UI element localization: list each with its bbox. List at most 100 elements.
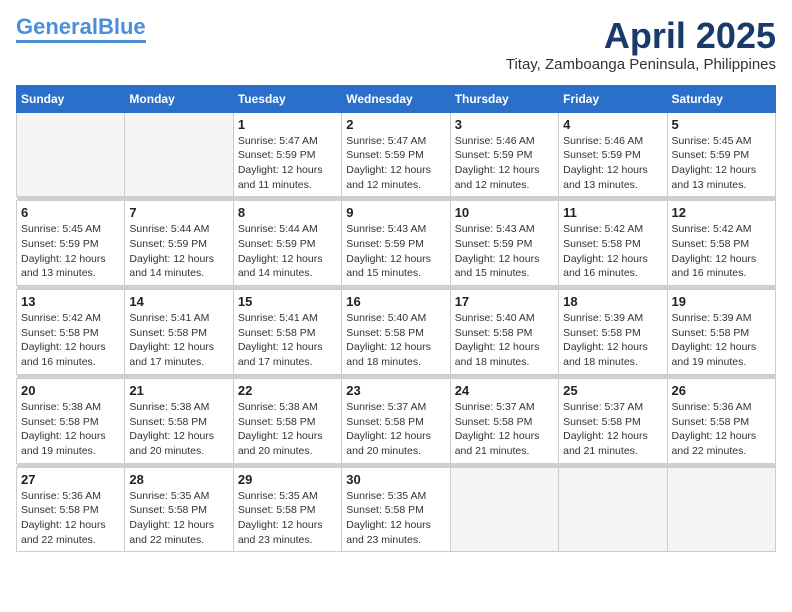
weekday-header-sunday: Sunday <box>17 85 125 112</box>
day-info: Sunrise: 5:38 AM Sunset: 5:58 PM Dayligh… <box>238 400 337 459</box>
calendar-cell: 16 Sunrise: 5:40 AM Sunset: 5:58 PM Dayli… <box>342 290 450 375</box>
day-number: 19 <box>672 294 771 309</box>
day-info: Sunrise: 5:43 AM Sunset: 5:59 PM Dayligh… <box>346 222 445 281</box>
calendar-cell: 6 Sunrise: 5:45 AM Sunset: 5:59 PM Daylig… <box>17 201 125 286</box>
day-number: 4 <box>563 117 662 132</box>
day-number: 14 <box>129 294 228 309</box>
day-number: 13 <box>21 294 120 309</box>
day-info: Sunrise: 5:36 AM Sunset: 5:58 PM Dayligh… <box>672 400 771 459</box>
calendar-cell: 15Sunrise: 5:41 AM Sunset: 5:58 PM Dayli… <box>233 290 341 375</box>
location-title: Titay, Zamboanga Peninsula, Philippines <box>506 56 776 73</box>
day-info: Sunrise: 5:46 AM Sunset: 5:59 PM Dayligh… <box>563 134 662 193</box>
day-info: Sunrise: 5:35 AM Sunset: 5:58 PM Dayligh… <box>346 489 445 548</box>
day-number: 12 <box>672 205 771 220</box>
weekday-header-monday: Monday <box>125 85 233 112</box>
calendar-cell: 27Sunrise: 5:36 AM Sunset: 5:58 PM Dayli… <box>17 467 125 552</box>
calendar-week-2: 6 Sunrise: 5:45 AM Sunset: 5:59 PM Daylig… <box>17 201 776 286</box>
calendar-cell <box>125 112 233 197</box>
day-info: Sunrise: 5:37 AM Sunset: 5:58 PM Dayligh… <box>563 400 662 459</box>
calendar-table: SundayMondayTuesdayWednesdayThursdayFrid… <box>16 85 776 553</box>
calendar-cell: 24Sunrise: 5:37 AM Sunset: 5:58 PM Dayli… <box>450 378 558 463</box>
day-info: Sunrise: 5:46 AM Sunset: 5:59 PM Dayligh… <box>455 134 554 193</box>
day-number: 22 <box>238 383 337 398</box>
logo-underline <box>16 40 146 43</box>
weekday-header-saturday: Saturday <box>667 85 775 112</box>
calendar-cell: 1 Sunrise: 5:47 AM Sunset: 5:59 PM Daylig… <box>233 112 341 197</box>
calendar-cell: 21 Sunrise: 5:38 AM Sunset: 5:58 PM Dayli… <box>125 378 233 463</box>
day-number: 16 <box>346 294 445 309</box>
day-info: Sunrise: 5:42 AM Sunset: 5:58 PM Dayligh… <box>672 222 771 281</box>
day-number: 6 <box>21 205 120 220</box>
logo: GeneralBlue <box>16 16 146 43</box>
weekday-header-tuesday: Tuesday <box>233 85 341 112</box>
weekday-header-thursday: Thursday <box>450 85 558 112</box>
calendar-cell: 3 Sunrise: 5:46 AM Sunset: 5:59 PM Daylig… <box>450 112 558 197</box>
day-number: 17 <box>455 294 554 309</box>
day-info: Sunrise: 5:45 AM Sunset: 5:59 PM Dayligh… <box>21 222 120 281</box>
day-info: Sunrise: 5:40 AM Sunset: 5:58 PM Dayligh… <box>346 311 445 370</box>
calendar-cell: 23 Sunrise: 5:37 AM Sunset: 5:58 PM Dayli… <box>342 378 450 463</box>
day-info: Sunrise: 5:39 AM Sunset: 5:58 PM Dayligh… <box>563 311 662 370</box>
page-header: GeneralBlue April 2025 Titay, Zamboanga … <box>16 16 776 73</box>
day-info: Sunrise: 5:36 AM Sunset: 5:58 PM Dayligh… <box>21 489 120 548</box>
calendar-cell: 28 Sunrise: 5:35 AM Sunset: 5:58 PM Dayli… <box>125 467 233 552</box>
calendar-cell: 4 Sunrise: 5:46 AM Sunset: 5:59 PM Daylig… <box>559 112 667 197</box>
calendar-body: 1 Sunrise: 5:47 AM Sunset: 5:59 PM Daylig… <box>17 112 776 552</box>
day-info: Sunrise: 5:38 AM Sunset: 5:58 PM Dayligh… <box>21 400 120 459</box>
day-info: Sunrise: 5:44 AM Sunset: 5:59 PM Dayligh… <box>238 222 337 281</box>
day-info: Sunrise: 5:40 AM Sunset: 5:58 PM Dayligh… <box>455 311 554 370</box>
calendar-cell <box>667 467 775 552</box>
calendar-cell: 11 Sunrise: 5:42 AM Sunset: 5:58 PM Dayli… <box>559 201 667 286</box>
calendar-week-1: 1 Sunrise: 5:47 AM Sunset: 5:59 PM Daylig… <box>17 112 776 197</box>
day-number: 30 <box>346 472 445 487</box>
calendar-cell: 12 Sunrise: 5:42 AM Sunset: 5:58 PM Dayli… <box>667 201 775 286</box>
calendar-cell: 19 Sunrise: 5:39 AM Sunset: 5:58 PM Dayli… <box>667 290 775 375</box>
day-info: Sunrise: 5:42 AM Sunset: 5:58 PM Dayligh… <box>563 222 662 281</box>
day-number: 1 <box>238 117 337 132</box>
day-number: 11 <box>563 205 662 220</box>
calendar-cell: 17 Sunrise: 5:40 AM Sunset: 5:58 PM Dayli… <box>450 290 558 375</box>
day-info: Sunrise: 5:47 AM Sunset: 5:59 PM Dayligh… <box>238 134 337 193</box>
day-number: 25 <box>563 383 662 398</box>
logo-blue: Blue <box>98 14 146 39</box>
calendar-cell: 2 Sunrise: 5:47 AM Sunset: 5:59 PM Daylig… <box>342 112 450 197</box>
day-info: Sunrise: 5:35 AM Sunset: 5:58 PM Dayligh… <box>129 489 228 548</box>
day-info: Sunrise: 5:37 AM Sunset: 5:58 PM Dayligh… <box>346 400 445 459</box>
calendar-week-5: 27Sunrise: 5:36 AM Sunset: 5:58 PM Dayli… <box>17 467 776 552</box>
calendar-cell: 7 Sunrise: 5:44 AM Sunset: 5:59 PM Daylig… <box>125 201 233 286</box>
month-title: April 2025 <box>506 16 776 56</box>
weekday-header-wednesday: Wednesday <box>342 85 450 112</box>
calendar-cell: 25 Sunrise: 5:37 AM Sunset: 5:58 PM Dayli… <box>559 378 667 463</box>
day-number: 7 <box>129 205 228 220</box>
calendar-cell: 29Sunrise: 5:35 AM Sunset: 5:58 PM Dayli… <box>233 467 341 552</box>
day-info: Sunrise: 5:39 AM Sunset: 5:58 PM Dayligh… <box>672 311 771 370</box>
calendar-header: SundayMondayTuesdayWednesdayThursdayFrid… <box>17 85 776 112</box>
day-info: Sunrise: 5:41 AM Sunset: 5:58 PM Dayligh… <box>129 311 228 370</box>
day-info: Sunrise: 5:38 AM Sunset: 5:58 PM Dayligh… <box>129 400 228 459</box>
calendar-cell: 26Sunrise: 5:36 AM Sunset: 5:58 PM Dayli… <box>667 378 775 463</box>
logo-general: General <box>16 14 98 39</box>
calendar-cell: 14 Sunrise: 5:41 AM Sunset: 5:58 PM Dayli… <box>125 290 233 375</box>
day-info: Sunrise: 5:42 AM Sunset: 5:58 PM Dayligh… <box>21 311 120 370</box>
day-number: 8 <box>238 205 337 220</box>
day-number: 21 <box>129 383 228 398</box>
day-number: 3 <box>455 117 554 132</box>
day-number: 2 <box>346 117 445 132</box>
weekday-header-row: SundayMondayTuesdayWednesdayThursdayFrid… <box>17 85 776 112</box>
day-info: Sunrise: 5:44 AM Sunset: 5:59 PM Dayligh… <box>129 222 228 281</box>
day-number: 9 <box>346 205 445 220</box>
weekday-header-friday: Friday <box>559 85 667 112</box>
day-info: Sunrise: 5:47 AM Sunset: 5:59 PM Dayligh… <box>346 134 445 193</box>
calendar-cell: 18 Sunrise: 5:39 AM Sunset: 5:58 PM Dayli… <box>559 290 667 375</box>
day-number: 18 <box>563 294 662 309</box>
calendar-cell: 8 Sunrise: 5:44 AM Sunset: 5:59 PM Daylig… <box>233 201 341 286</box>
day-number: 24 <box>455 383 554 398</box>
day-number: 28 <box>129 472 228 487</box>
calendar-cell <box>450 467 558 552</box>
logo-text: GeneralBlue <box>16 16 146 38</box>
title-area: April 2025 Titay, Zamboanga Peninsula, P… <box>506 16 776 73</box>
calendar-cell: 10Sunrise: 5:43 AM Sunset: 5:59 PM Dayli… <box>450 201 558 286</box>
day-number: 23 <box>346 383 445 398</box>
day-number: 29 <box>238 472 337 487</box>
calendar-cell: 13 Sunrise: 5:42 AM Sunset: 5:58 PM Dayli… <box>17 290 125 375</box>
